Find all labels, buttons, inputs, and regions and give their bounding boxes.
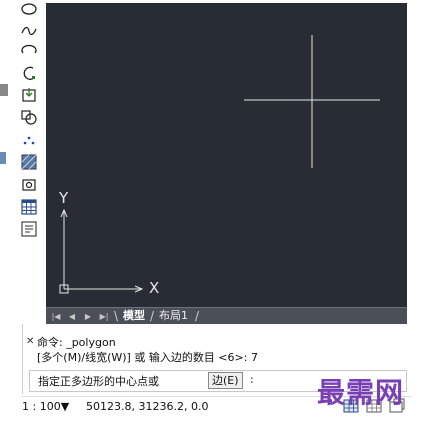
ellipse-arc-tool-button[interactable] [19, 42, 39, 60]
x-axis-label: X [149, 279, 160, 297]
table-icon [21, 199, 37, 215]
y-axis-label: Y [59, 189, 69, 207]
command-history-line: 命令: _polygon [37, 336, 116, 349]
next-tab-button[interactable]: ▶ [82, 310, 94, 322]
ellipse-arc-icon [21, 44, 37, 54]
insert-block-tool-button[interactable] [19, 86, 39, 104]
multiline-text-icon [21, 221, 37, 237]
multiline-text-tool-button[interactable] [19, 220, 39, 238]
dock-marker [0, 152, 6, 164]
ellipse-tool-button[interactable] [19, 0, 39, 18]
spline-tool-button[interactable] [19, 22, 39, 40]
first-tab-icon: |◀ [51, 311, 61, 321]
spline-icon [21, 26, 37, 36]
make-block-icon [21, 110, 37, 125]
region-tool-button[interactable] [19, 176, 39, 194]
ellipse-icon [21, 3, 37, 15]
tab-separator: \ [114, 309, 119, 323]
annotation-scale[interactable]: 1 : 100▼ [22, 400, 69, 413]
tab-layout1[interactable]: 布局1 [156, 308, 191, 324]
last-tab-button[interactable]: ▶| [98, 310, 110, 322]
ucs-icon [59, 208, 144, 294]
hatch-icon [21, 154, 37, 170]
prev-tab-button[interactable]: ◀ [66, 310, 78, 322]
last-tab-icon: ▶| [99, 311, 109, 321]
tab-separator: / [150, 309, 155, 323]
table-tool-button[interactable] [19, 198, 39, 216]
command-history-line: [多个(M)/线宽(W)] 或 输入边的数目 <6>: 7 [37, 351, 258, 364]
command-prompt: 指定正多边形的中心点或 [38, 375, 159, 388]
dock-marker [0, 84, 8, 96]
first-tab-button[interactable]: |◀ [50, 310, 62, 322]
hatch-tool-button[interactable] [19, 153, 39, 171]
close-icon[interactable]: ✕ [26, 336, 34, 347]
prompt-colon: : [250, 373, 254, 386]
drawing-viewport[interactable]: Y X [46, 3, 407, 307]
draw-toolbar [0, 0, 44, 330]
watermark-logo: 最需网 [317, 376, 405, 409]
edge-option-button[interactable]: 边(E) [208, 372, 243, 389]
crosshair-cursor [244, 35, 380, 168]
tab-separator: / [195, 309, 200, 323]
point-icon [23, 136, 35, 145]
make-block-tool-button[interactable] [19, 108, 39, 126]
layout-tab-bar: |◀ ◀ ▶ ▶| \ 模型 / 布局1 / [46, 307, 407, 324]
coordinate-readout: 50123.8, 31236.2, 0.0 [86, 400, 209, 413]
tab-model[interactable]: 模型 [120, 308, 148, 324]
arc-icon [23, 66, 35, 80]
viewport-graphics [59, 35, 380, 294]
next-tab-icon: ▶ [84, 311, 92, 321]
insert-block-icon [22, 88, 36, 102]
point-tool-button[interactable] [19, 130, 39, 148]
prev-tab-icon: ◀ [68, 311, 76, 321]
arc-tool-button[interactable] [19, 64, 39, 82]
region-icon [22, 179, 36, 191]
